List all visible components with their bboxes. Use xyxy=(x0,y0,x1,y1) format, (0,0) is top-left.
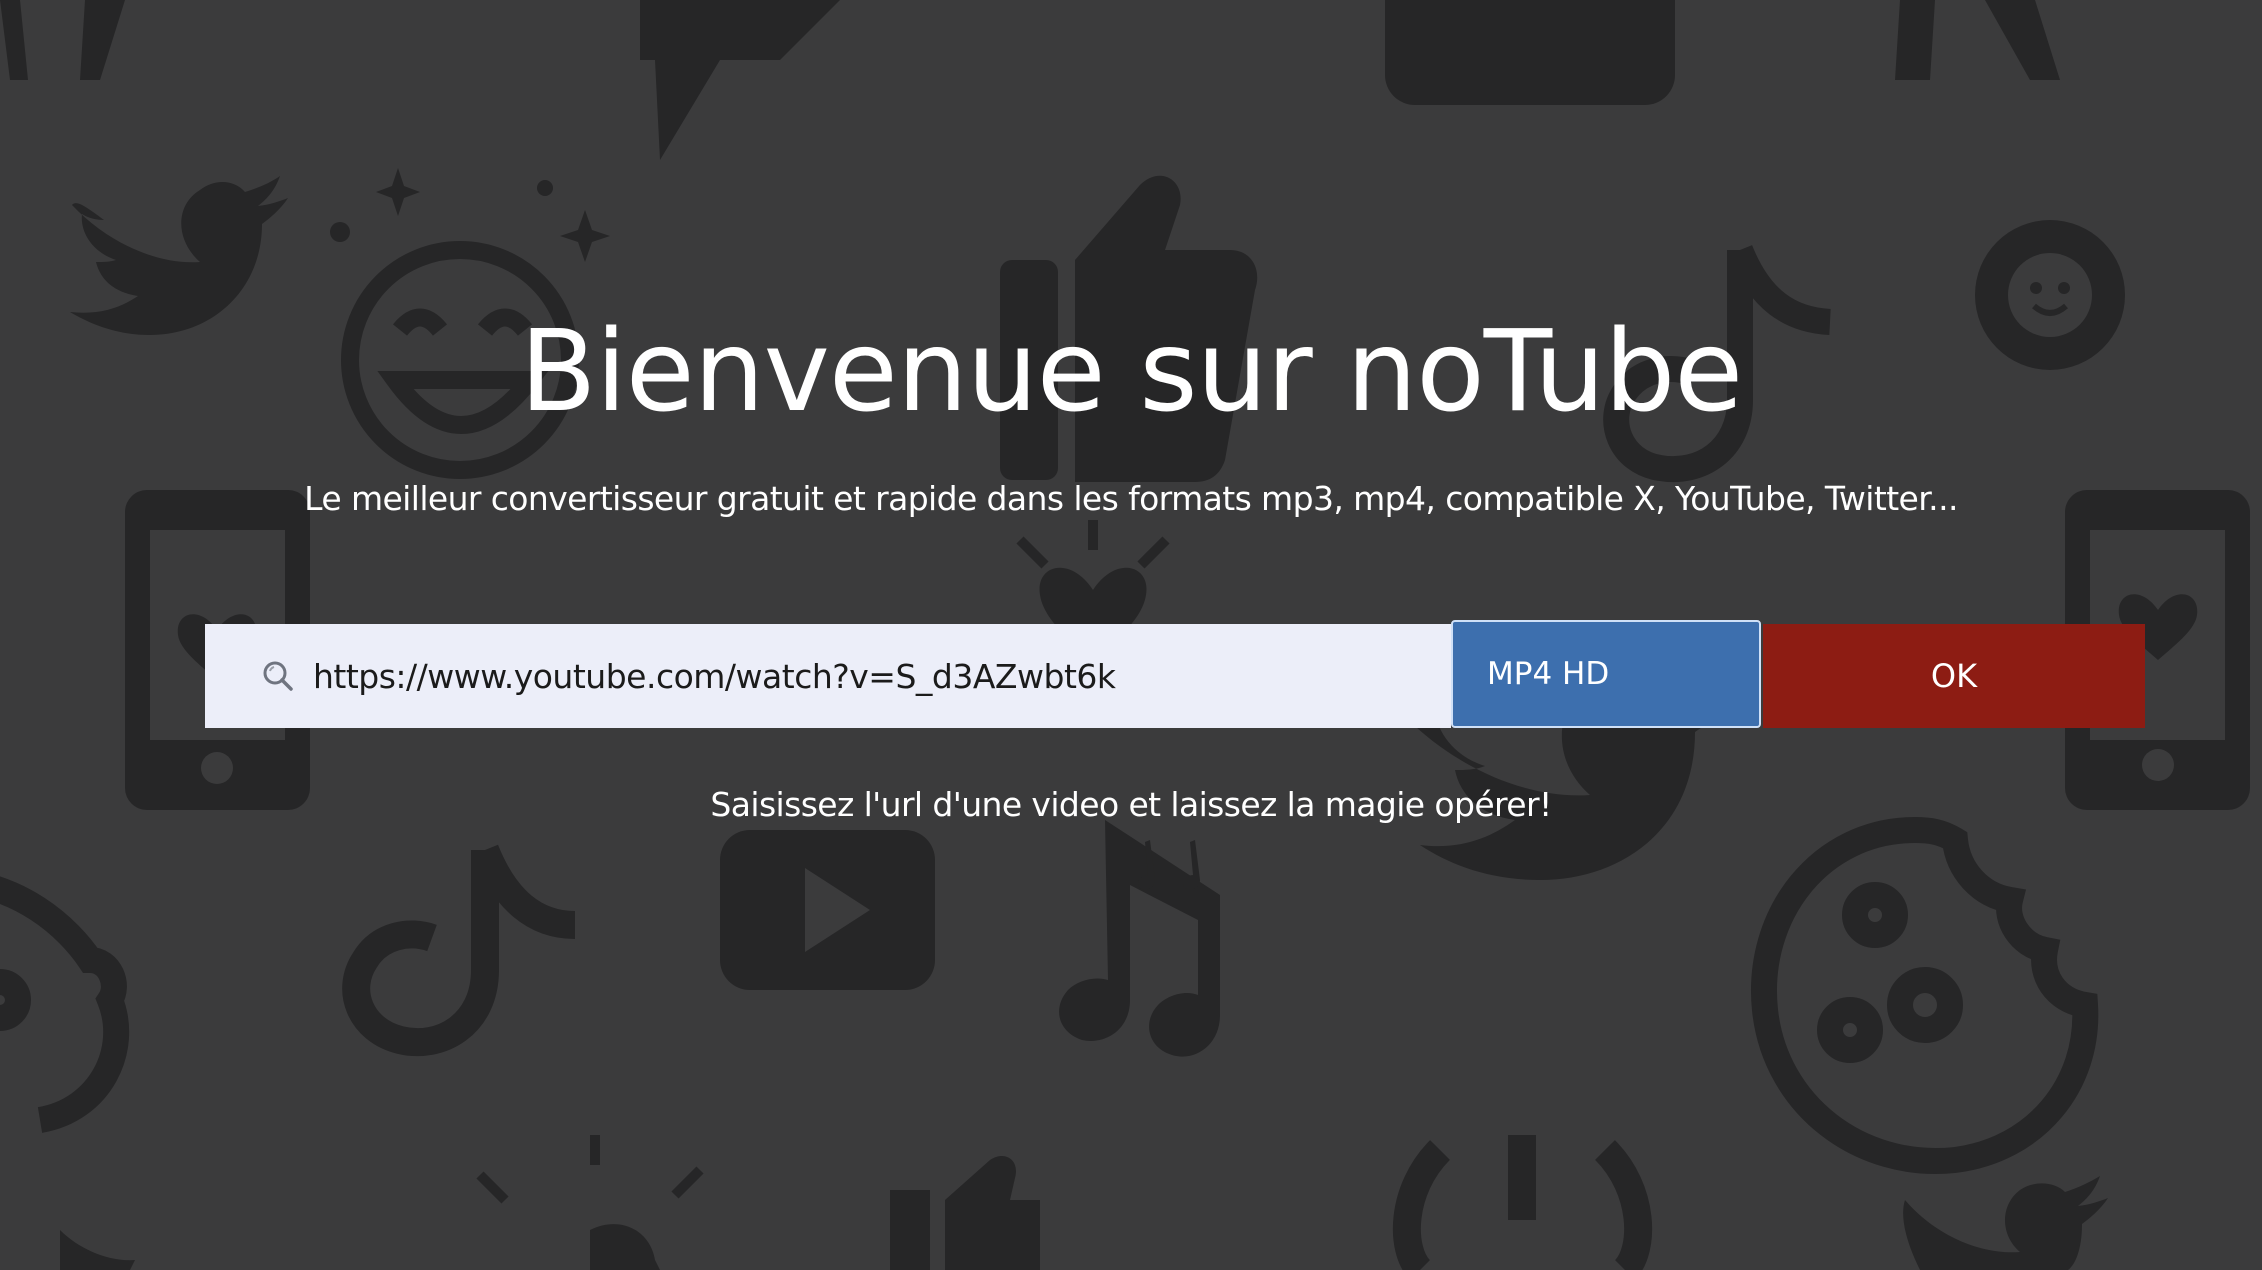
tiktok-icon xyxy=(342,844,576,1057)
thumbs-up-icon xyxy=(890,1156,1040,1270)
hint-text: Saisissez l'url d'une video et laissez l… xyxy=(710,785,1552,824)
convert-form: MP4 HD OK xyxy=(205,620,2145,728)
notube-page: Bienvenue sur noTube Le meilleur convert… xyxy=(0,0,2262,1270)
format-select[interactable]: MP4 HD xyxy=(1451,620,1761,728)
cookie-icon xyxy=(1751,816,2099,1174)
search-icon xyxy=(263,661,293,691)
url-field[interactable] xyxy=(205,624,1451,728)
partial-glyph-icon xyxy=(0,0,125,80)
twitter-icon xyxy=(1903,1176,2108,1270)
page-subtitle: Le meilleur convertisseur gratuit et rap… xyxy=(304,479,1958,518)
ok-button[interactable]: OK xyxy=(1763,624,2145,728)
format-selected-label: MP4 HD xyxy=(1487,656,1610,692)
power-icon xyxy=(1392,1135,1653,1270)
youtube-icon xyxy=(1385,0,1675,105)
heart-burst-icon xyxy=(476,1135,704,1270)
youtube-icon xyxy=(720,830,935,990)
music-note-icon xyxy=(1059,820,1220,1057)
page-title: Bienvenue sur noTube xyxy=(519,307,1743,437)
dot-icon xyxy=(330,222,350,242)
chat-bubble-icon xyxy=(640,0,840,160)
twitter-icon xyxy=(60,1230,135,1270)
dot-icon xyxy=(537,180,553,196)
partial-glyph-icon xyxy=(1895,0,2060,80)
url-input[interactable] xyxy=(313,624,1433,728)
cookie-icon xyxy=(0,876,130,1133)
